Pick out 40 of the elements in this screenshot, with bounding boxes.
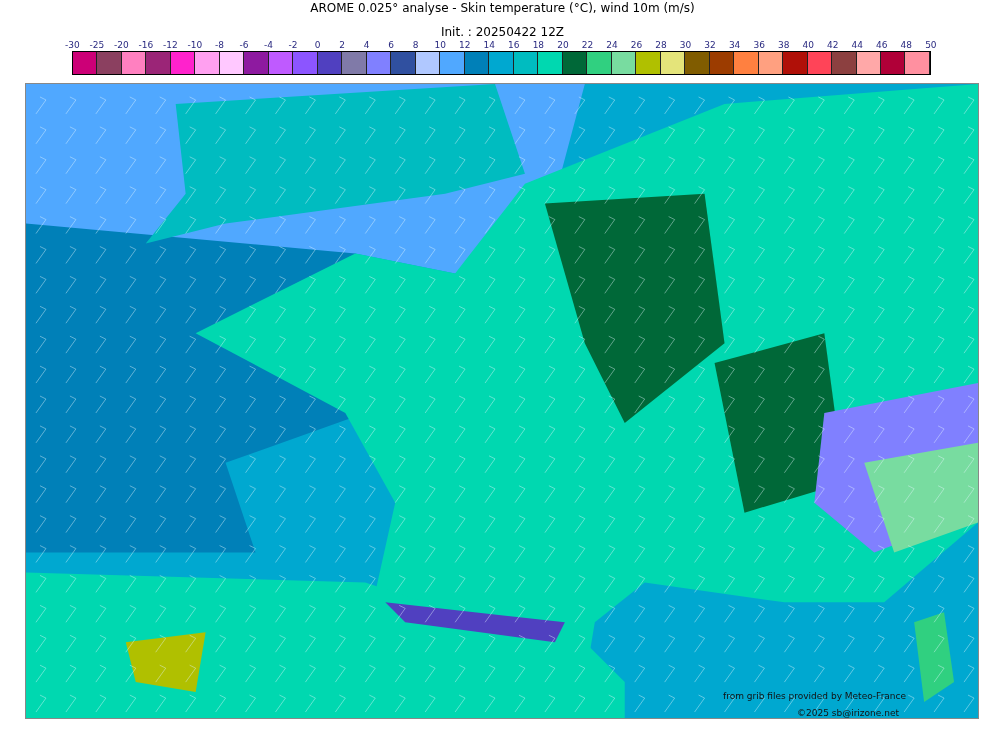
colorbar-label: 40 <box>801 40 815 51</box>
colorbar-label: 26 <box>629 40 644 51</box>
colorbar-label: 46 <box>875 40 889 51</box>
colorbar-label: 10 <box>433 40 447 51</box>
colorbar-label: -16 <box>137 40 155 51</box>
colorbar-label: -12 <box>162 40 179 51</box>
colorbar-label: 20 <box>556 40 570 51</box>
colorbar-label: 28 <box>654 40 668 51</box>
colorbar-label: 30 <box>678 40 693 51</box>
colorbar-label: 42 <box>826 40 840 51</box>
credit-text: ©2025 sb@irizone.net <box>797 707 899 720</box>
colorbar-label: 2 <box>338 40 346 51</box>
colorbar-label: 34 <box>727 40 742 51</box>
colorbar-label: -6 <box>238 40 250 51</box>
colorbar-label: 48 <box>899 40 914 51</box>
colorbar-label: 4 <box>362 40 371 51</box>
chart-title: AROME 0.025° analyse - Skin temperature (°C), wind 10m (m/s) <box>310 0 695 16</box>
colorbar-label: -30 <box>63 40 81 51</box>
colorbar-label: 6 <box>387 40 396 51</box>
colorbar-label: 24 <box>605 40 619 51</box>
credit-text: from grib files provided by Meteo-France <box>723 690 907 703</box>
chart-subtitle: Init. : 20250422 12Z <box>440 24 565 40</box>
colorbar-label: 0 <box>313 40 322 51</box>
colorbar-label: 22 <box>580 40 595 51</box>
colorbar-label: -20 <box>112 40 130 51</box>
colorbar-label: 50 <box>924 40 938 51</box>
colorbar-label: 14 <box>482 40 496 51</box>
colorbar-label: 12 <box>458 40 472 51</box>
colorbar-label: 44 <box>850 40 864 51</box>
colorbar-label: -25 <box>88 40 106 51</box>
colorbar-label: 8 <box>411 40 420 51</box>
colorbar-label: 38 <box>776 40 791 51</box>
colorbar-label: -2 <box>287 40 299 51</box>
colorbar-label: 32 <box>703 40 717 51</box>
colorbar-label: 18 <box>531 40 546 51</box>
colorbar-label: 16 <box>507 40 521 51</box>
colorbar-label: -8 <box>213 40 225 51</box>
colorbar-label: 36 <box>752 40 766 51</box>
colorbar-label: -4 <box>263 40 274 51</box>
colorbar-label: -10 <box>186 40 204 51</box>
